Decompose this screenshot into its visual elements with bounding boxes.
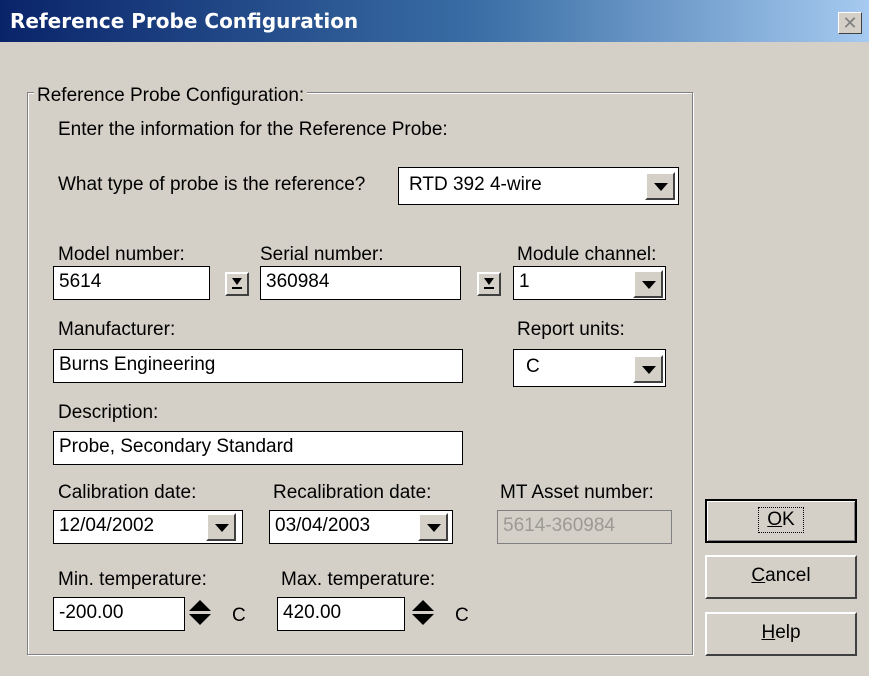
close-button[interactable]: ✕: [838, 12, 862, 34]
manufacturer-field[interactable]: Burns Engineering: [53, 349, 463, 383]
serial-number-label: Serial number:: [260, 244, 384, 265]
recalibration-date-dropdown-button[interactable]: [418, 513, 448, 541]
description-label: Description:: [58, 402, 159, 423]
serial-number-field[interactable]: 360984: [260, 266, 461, 300]
manufacturer-label: Manufacturer:: [58, 319, 176, 340]
calibration-date-dropdown-button[interactable]: [206, 513, 236, 541]
manufacturer-value: Burns Engineering: [59, 354, 216, 375]
min-temperature-field[interactable]: -200.00: [53, 597, 185, 631]
description-value: Probe, Secondary Standard: [59, 436, 294, 457]
module-channel-dropdown-button[interactable]: [633, 270, 663, 298]
recalibration-date-label: Recalibration date:: [273, 482, 432, 503]
window-title: Reference Probe Configuration: [10, 9, 359, 33]
cancel-button[interactable]: Cancel: [705, 555, 857, 599]
report-units-value: C: [526, 356, 540, 377]
close-icon: ✕: [842, 13, 858, 33]
spinner-down-icon[interactable]: [189, 614, 211, 625]
max-temperature-field[interactable]: 420.00: [277, 597, 405, 631]
serial-number-lookup-button[interactable]: [477, 272, 501, 296]
cancel-accel: C: [751, 565, 766, 586]
model-number-field[interactable]: 5614: [53, 266, 210, 300]
model-number-value: 5614: [59, 271, 102, 292]
report-units-label: Report units:: [517, 319, 625, 340]
chevron-down-icon: [654, 183, 668, 191]
group-title: Reference Probe Configuration:: [34, 85, 308, 107]
probe-type-dropdown-button[interactable]: [645, 172, 675, 200]
chevron-down-icon: [427, 524, 441, 532]
min-temperature-value: -200.00: [59, 602, 124, 623]
ok-button[interactable]: OK: [705, 499, 857, 543]
module-channel-value: 1: [519, 271, 530, 292]
max-temperature-spinner[interactable]: [410, 598, 440, 630]
help-accel: H: [761, 622, 776, 643]
help-button[interactable]: Help: [705, 612, 857, 656]
cancel-label: ancel: [765, 565, 811, 586]
min-temperature-label: Min. temperature:: [58, 569, 207, 590]
chevron-down-icon: [642, 281, 656, 289]
asset-number-value: 5614-360984: [503, 515, 615, 536]
spinner-up-icon[interactable]: [189, 600, 211, 611]
recalibration-date-value: 03/04/2003: [275, 515, 371, 536]
calibration-date-value: 12/04/2002: [59, 515, 155, 536]
probe-type-value: RTD 392 4-wire: [409, 174, 542, 195]
asset-number-field: 5614-360984: [497, 510, 672, 544]
ok-accel: O: [767, 509, 783, 530]
chevron-down-icon: [642, 366, 656, 374]
module-channel-label: Module channel:: [517, 244, 657, 265]
max-temperature-unit: C: [455, 605, 469, 626]
max-temperature-label: Max. temperature:: [281, 569, 436, 590]
asset-number-label: MT Asset number:: [500, 482, 654, 503]
min-temperature-spinner[interactable]: [187, 598, 217, 630]
spinner-up-icon[interactable]: [412, 600, 434, 611]
model-number-label: Model number:: [58, 244, 185, 265]
probe-type-select[interactable]: RTD 392 4-wire: [398, 167, 679, 205]
serial-number-value: 360984: [266, 271, 330, 292]
ok-label: K: [782, 509, 795, 530]
model-number-lookup-button[interactable]: [225, 272, 249, 296]
download-arrow-icon: [232, 278, 242, 285]
min-temperature-unit: C: [232, 605, 246, 626]
description-field[interactable]: Probe, Secondary Standard: [53, 431, 463, 465]
instruction-text: Enter the information for the Reference …: [58, 119, 448, 140]
spinner-down-icon[interactable]: [412, 614, 434, 625]
chevron-down-icon: [215, 524, 229, 532]
probe-type-label: What type of probe is the reference?: [58, 174, 366, 195]
help-label: elp: [775, 622, 801, 643]
download-arrow-icon: [484, 278, 494, 285]
max-temperature-value: 420.00: [283, 602, 342, 623]
report-units-dropdown-button[interactable]: [633, 355, 663, 383]
calibration-date-label: Calibration date:: [58, 482, 197, 503]
